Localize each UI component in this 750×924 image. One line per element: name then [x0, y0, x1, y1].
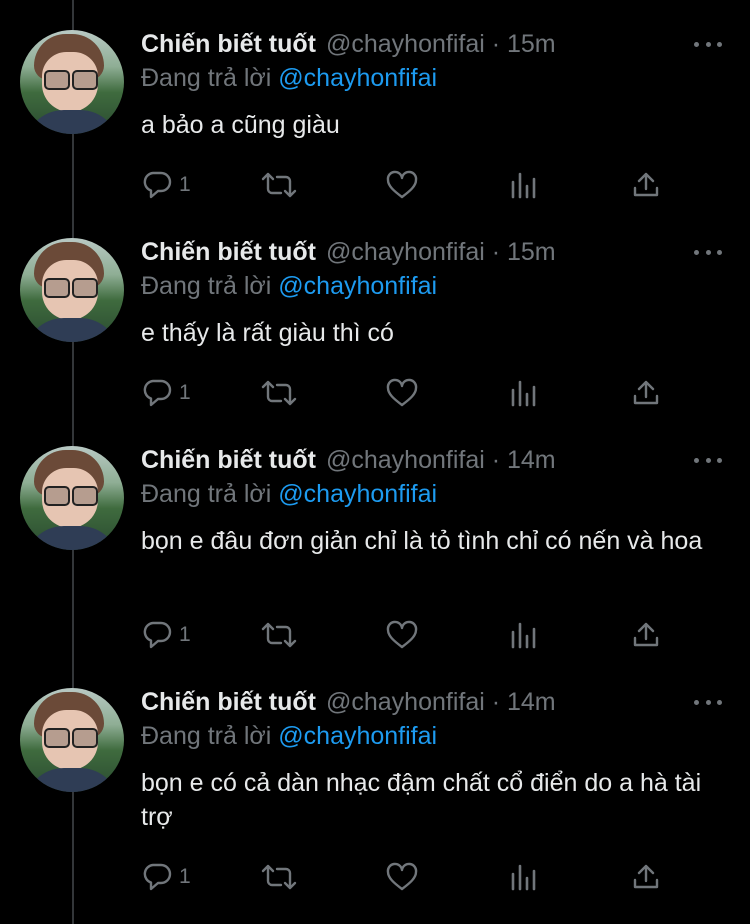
more-icon[interactable] [694, 448, 722, 472]
reply-icon [143, 621, 172, 649]
share-icon [633, 380, 659, 405]
tweet-text: bọn e đâu đơn giản chỉ là tỏ tình chỉ có… [141, 527, 703, 555]
display-name[interactable]: Chiến biết tuốt [141, 688, 316, 717]
analytics-button[interactable] [509, 378, 539, 408]
retweet-button[interactable] [259, 170, 299, 200]
reply-mention-link[interactable]: @chayhonfifai [278, 722, 437, 750]
reply-icon [143, 379, 172, 407]
tweet-text: a bảo a cũng giàu [141, 111, 340, 139]
reply-prefix: Đang trả lời [141, 64, 279, 92]
avatar[interactable] [20, 446, 124, 550]
like-button[interactable] [385, 378, 419, 408]
tweet-actions: 1 [141, 862, 701, 892]
heart-icon [386, 620, 418, 649]
reply-prefix: Đang trả lời [141, 272, 279, 300]
reply-context: Đang trả lời @chayhonfifai [141, 272, 437, 301]
reply-button[interactable]: 1 [141, 378, 191, 408]
tweet-actions: 1 [141, 378, 701, 408]
analytics-button[interactable] [509, 620, 539, 650]
analytics-icon [511, 622, 536, 649]
reply-count: 1 [179, 381, 191, 404]
avatar[interactable] [20, 688, 124, 792]
share-button[interactable] [631, 862, 661, 892]
more-icon[interactable] [694, 690, 722, 714]
reply-prefix: Đang trả lời [141, 480, 279, 508]
share-icon [633, 864, 659, 889]
more-icon[interactable] [694, 32, 722, 56]
like-button[interactable] [385, 620, 419, 650]
reply-mention-link[interactable]: @chayhonfifai [278, 64, 437, 92]
retweet-icon [261, 380, 297, 406]
tweet-actions: 1 [141, 170, 701, 200]
retweet-button[interactable] [259, 862, 299, 892]
display-name[interactable]: Chiến biết tuốt [141, 30, 316, 59]
retweet-icon [261, 864, 297, 890]
analytics-button[interactable] [509, 170, 539, 200]
retweet-icon [261, 172, 297, 198]
reply-button[interactable]: 1 [141, 170, 191, 200]
heart-icon [386, 862, 418, 891]
share-button[interactable] [631, 170, 661, 200]
handle-timestamp[interactable]: @chayhonfifai · 15m [326, 30, 556, 59]
handle-timestamp[interactable]: @chayhonfifai · 15m [326, 238, 556, 267]
analytics-icon [511, 172, 536, 199]
analytics-button[interactable] [509, 862, 539, 892]
tweet-text: e thấy là rất giàu thì có [141, 319, 394, 347]
like-button[interactable] [385, 862, 419, 892]
reply-context: Đang trả lời @chayhonfifai [141, 64, 437, 93]
share-button[interactable] [631, 378, 661, 408]
reply-count: 1 [179, 865, 191, 888]
heart-icon [386, 170, 418, 199]
reply-mention-link[interactable]: @chayhonfifai [278, 272, 437, 300]
reply-prefix: Đang trả lời [141, 722, 279, 750]
analytics-icon [511, 864, 536, 891]
retweet-button[interactable] [259, 620, 299, 650]
share-button[interactable] [631, 620, 661, 650]
handle-timestamp[interactable]: @chayhonfifai · 14m [326, 446, 556, 475]
reply-count: 1 [179, 623, 191, 646]
reply-icon [143, 863, 172, 891]
share-icon [633, 172, 659, 197]
more-icon[interactable] [694, 240, 722, 264]
heart-icon [386, 378, 418, 407]
reply-count: 1 [179, 173, 191, 196]
reply-context: Đang trả lời @chayhonfifai [141, 722, 437, 751]
display-name[interactable]: Chiến biết tuốt [141, 238, 316, 267]
like-button[interactable] [385, 170, 419, 200]
reply-button[interactable]: 1 [141, 862, 191, 892]
tweet-text: bọn e có cả dàn nhạc đậm chất cổ điển do… [141, 769, 702, 831]
retweet-icon [261, 622, 297, 648]
handle-timestamp[interactable]: @chayhonfifai · 14m [326, 688, 556, 717]
tweet-actions: 1 [141, 620, 701, 650]
reply-button[interactable]: 1 [141, 620, 191, 650]
reply-context: Đang trả lời @chayhonfifai [141, 480, 437, 509]
retweet-button[interactable] [259, 378, 299, 408]
reply-mention-link[interactable]: @chayhonfifai [278, 480, 437, 508]
avatar[interactable] [20, 30, 124, 134]
avatar[interactable] [20, 238, 124, 342]
display-name[interactable]: Chiến biết tuốt [141, 446, 316, 475]
share-icon [633, 622, 659, 647]
analytics-icon [511, 380, 536, 407]
reply-icon [143, 171, 172, 199]
